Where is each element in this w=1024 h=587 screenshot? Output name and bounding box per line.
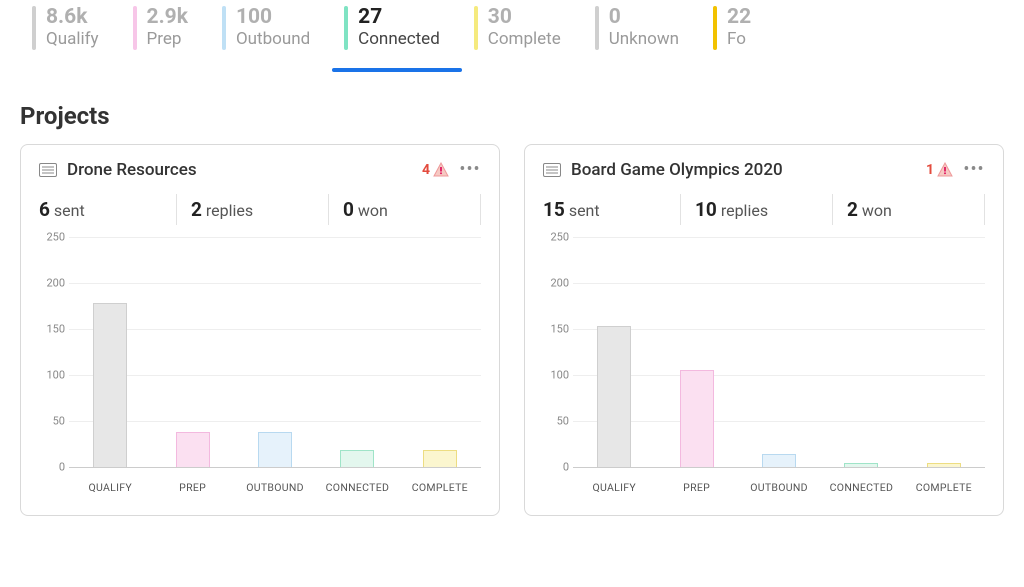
metrics-row: 15sent10replies2won: [543, 194, 985, 225]
stage-tab-complete[interactable]: 30 Complete: [462, 0, 583, 70]
stage-tabs: 8.6k Qualify 2.9k Prep 100 Outbound 27 C…: [0, 0, 1024, 70]
x-label: QUALIFY: [573, 473, 655, 497]
stage-color-bar: [713, 6, 717, 50]
y-tick: 0: [543, 461, 569, 474]
metric-label: sent: [54, 201, 85, 220]
stage-color-bar: [133, 6, 137, 50]
stage-bar-chart: 050100150200250QUALIFYPREPOUTBOUNDCONNEC…: [39, 237, 481, 497]
stage-color-bar: [344, 6, 348, 50]
bar-connected[interactable]: [340, 450, 374, 467]
stage-label: Connected: [358, 29, 440, 49]
stage-count: 100: [236, 6, 310, 29]
y-tick: 0: [39, 461, 65, 474]
metric-sent: 15sent: [543, 194, 680, 225]
y-tick: 50: [39, 415, 65, 428]
project-title[interactable]: Drone Resources: [67, 160, 412, 180]
stage-color-bar: [474, 6, 478, 50]
metric-won: 0won: [328, 194, 481, 225]
x-label: COMPLETE: [903, 473, 985, 497]
metric-value: 10: [695, 198, 717, 221]
stage-label: Complete: [488, 29, 561, 49]
stage-color-bar: [595, 6, 599, 50]
metric-label: sent: [569, 201, 600, 220]
projects-heading: Projects: [0, 70, 1024, 144]
metric-value: 15: [543, 198, 565, 221]
alert-badge[interactable]: 1: [926, 162, 953, 178]
stage-count: 27: [358, 6, 440, 29]
metrics-row: 6sent2replies0won: [39, 194, 481, 225]
metric-replies: 10replies: [680, 194, 832, 225]
stage-tab-followup[interactable]: 22 Fo: [701, 0, 773, 70]
y-tick: 200: [39, 277, 65, 290]
stage-count: 0: [609, 6, 679, 29]
metric-value: 0: [343, 198, 354, 221]
x-label: CONNECTED: [316, 473, 398, 497]
y-tick: 250: [39, 231, 65, 244]
project-card: Drone Resources 4 •••6sent2replies0won05…: [20, 144, 500, 516]
metric-value: 2: [847, 198, 858, 221]
metric-value: 2: [191, 198, 202, 221]
bar-qualify[interactable]: [93, 303, 127, 467]
bar-complete[interactable]: [927, 463, 961, 467]
metric-value: 6: [39, 198, 50, 221]
alert-badge[interactable]: 4: [422, 162, 449, 178]
stage-count: 30: [488, 6, 561, 29]
y-tick: 250: [543, 231, 569, 244]
stage-tab-outbound[interactable]: 100 Outbound: [210, 0, 332, 70]
bar-qualify[interactable]: [597, 326, 631, 467]
project-title[interactable]: Board Game Olympics 2020: [571, 160, 916, 180]
bar-complete[interactable]: [423, 450, 457, 467]
more-menu-icon[interactable]: •••: [459, 159, 481, 180]
y-tick: 150: [543, 323, 569, 336]
stage-color-bar: [222, 6, 226, 50]
bar-outbound[interactable]: [762, 454, 796, 467]
metric-label: replies: [721, 201, 768, 220]
stage-label: Prep: [147, 29, 188, 49]
stage-label: Qualify: [46, 29, 99, 49]
stage-count: 22: [727, 6, 751, 29]
y-tick: 150: [39, 323, 65, 336]
metric-label: won: [862, 201, 892, 220]
y-tick: 50: [543, 415, 569, 428]
x-label: OUTBOUND: [738, 473, 820, 497]
metric-sent: 6sent: [39, 194, 176, 225]
metric-label: replies: [206, 201, 253, 220]
metric-label: won: [358, 201, 388, 220]
stage-color-bar: [32, 6, 36, 50]
stage-label: Outbound: [236, 29, 310, 49]
stage-tab-connected[interactable]: 27 Connected: [332, 0, 462, 70]
x-label: PREP: [151, 473, 233, 497]
bar-outbound[interactable]: [258, 432, 292, 467]
metric-replies: 2replies: [176, 194, 328, 225]
list-icon: [39, 163, 57, 177]
x-label: COMPLETE: [399, 473, 481, 497]
bar-prep[interactable]: [680, 370, 714, 467]
x-label: PREP: [655, 473, 737, 497]
stage-tab-qualify[interactable]: 8.6k Qualify: [20, 0, 121, 70]
stage-count: 8.6k: [46, 6, 99, 29]
stage-count: 2.9k: [147, 6, 188, 29]
bar-prep[interactable]: [176, 432, 210, 467]
x-label: OUTBOUND: [234, 473, 316, 497]
bar-connected[interactable]: [844, 463, 878, 467]
stage-label: Fo: [727, 29, 751, 49]
more-menu-icon[interactable]: •••: [963, 159, 985, 180]
stage-tab-unknown[interactable]: 0 Unknown: [583, 0, 701, 70]
stage-tab-prep[interactable]: 2.9k Prep: [121, 0, 210, 70]
metric-won: 2won: [832, 194, 985, 225]
stage-bar-chart: 050100150200250QUALIFYPREPOUTBOUNDCONNEC…: [543, 237, 985, 497]
y-tick: 200: [543, 277, 569, 290]
x-label: QUALIFY: [69, 473, 151, 497]
stage-label: Unknown: [609, 29, 679, 49]
y-tick: 100: [543, 369, 569, 382]
y-tick: 100: [39, 369, 65, 382]
list-icon: [543, 163, 561, 177]
projects-row: Drone Resources 4 •••6sent2replies0won05…: [0, 144, 1024, 536]
x-label: CONNECTED: [820, 473, 902, 497]
project-card: Board Game Olympics 2020 1 •••15sent10re…: [524, 144, 1004, 516]
